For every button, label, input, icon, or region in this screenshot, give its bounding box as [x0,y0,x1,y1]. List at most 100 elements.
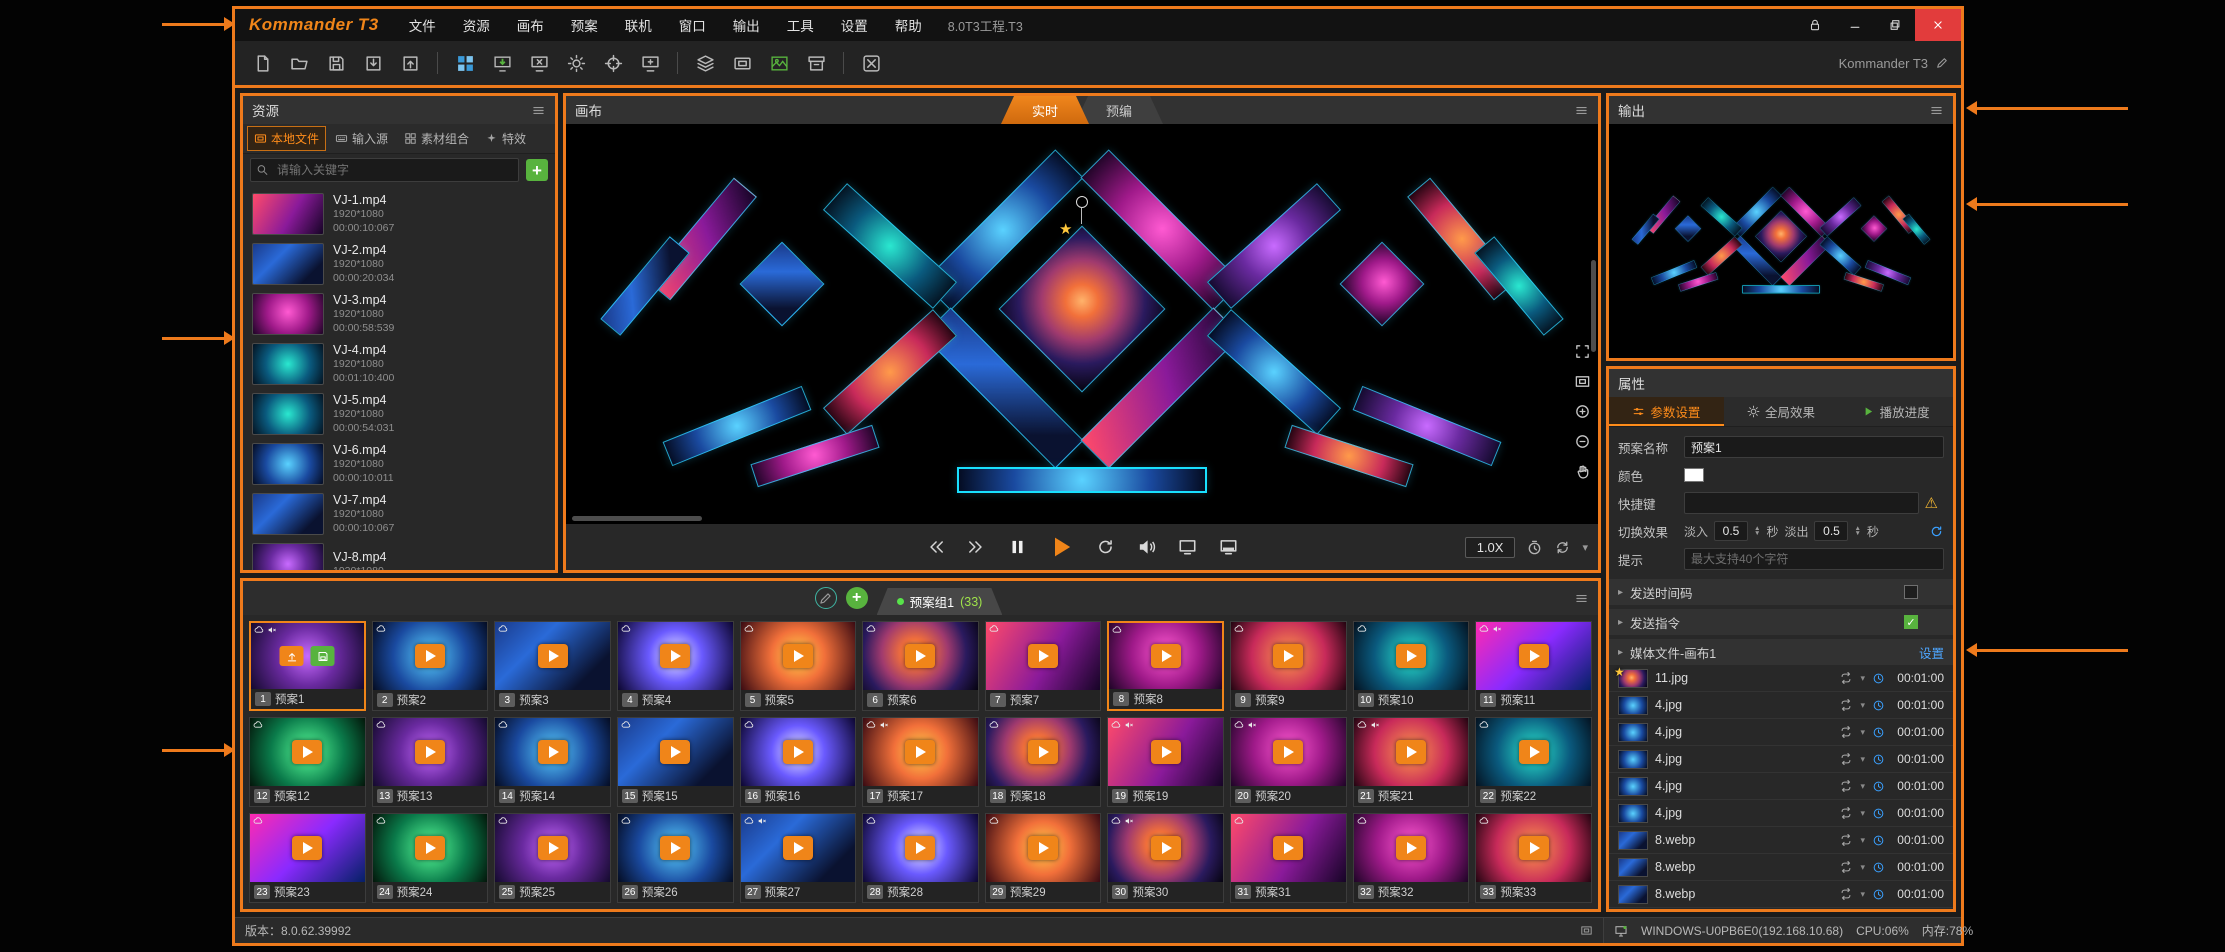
resources-tab[interactable]: 输入源 [328,126,395,151]
canvas-screen-shape[interactable] [999,226,1166,393]
screen-close-button[interactable] [524,48,554,78]
canvas-screen-shape[interactable] [750,425,879,487]
preset-play-button[interactable] [783,836,813,860]
media-file-row[interactable]: 8.webp ▾ 00:01:00 [1609,881,1953,908]
color-swatch[interactable] [1684,468,1704,482]
properties-tab[interactable]: 全局效果 [1724,397,1839,426]
loop-caret-icon[interactable]: ▾ [1860,700,1865,711]
loop-mode-icon[interactable] [1839,860,1853,874]
preset-card[interactable]: 19 预案19 [1107,717,1224,807]
preset-play-button[interactable] [660,644,690,668]
menu-item[interactable]: 文件 [409,15,436,35]
presets-menu-button[interactable] [1574,591,1589,606]
preset-play-button[interactable] [905,740,935,764]
preset-play-button[interactable] [415,836,445,860]
loop-caret-icon[interactable]: ▾ [1860,862,1865,873]
zoom-in-button[interactable] [1574,403,1591,420]
preset-play-button[interactable] [538,836,568,860]
preset-card[interactable]: 4 预案4 [617,621,734,711]
preset-play-button[interactable] [660,740,690,764]
canvas-screen-shape[interactable] [1340,242,1425,327]
import-button[interactable] [358,48,388,78]
brightness-button[interactable] [561,48,591,78]
loop-mode-icon[interactable] [1839,752,1853,766]
layers-button[interactable] [690,48,720,78]
preset-card[interactable]: 17 预案17 [862,717,979,807]
preset-card[interactable]: 33 预案33 [1475,813,1592,903]
resource-file-item[interactable]: VJ-8.mp4 1920*1080 [252,539,546,570]
screen-a-button[interactable] [1178,537,1198,557]
preset-card[interactable]: 1 预案1 [249,621,366,711]
resource-file-item[interactable]: VJ-5.mp4 1920*1080 00:00:54:031 [252,389,546,439]
add-resource-button[interactable]: + [526,159,548,181]
resource-file-item[interactable]: VJ-1.mp4 1920*1080 00:00:10:067 [252,189,546,239]
preset-play-button[interactable] [538,644,568,668]
canvas-tab-live[interactable]: 实时 [1001,96,1089,124]
preset-play-button[interactable] [292,836,322,860]
gpu-monitor-button[interactable] [727,48,757,78]
apply-preset-button[interactable] [280,646,304,666]
fade-in-stepper[interactable]: ▲▼ [1754,526,1760,536]
timer-reset-icon[interactable] [1526,539,1543,556]
blackout-button[interactable] [856,48,886,78]
loop-caret-icon[interactable]: ▾ [1860,754,1865,765]
fit-screen-button[interactable] [1574,373,1591,390]
preset-card[interactable]: 18 预案18 [985,717,1102,807]
loop-mode-icon[interactable] [1839,779,1853,793]
preset-play-button[interactable] [415,740,445,764]
loop-caret-icon[interactable]: ▾ [1860,808,1865,819]
preset-card[interactable]: 29 预案29 [985,813,1102,903]
menu-item[interactable]: 预案 [571,15,598,35]
screen-send-button[interactable] [487,48,517,78]
menu-item[interactable]: 联机 [625,15,652,35]
preset-play-button[interactable] [1273,644,1303,668]
screen-add-button[interactable] [635,48,665,78]
loop-mode-icon[interactable] [1839,806,1853,820]
preset-play-button[interactable] [660,836,690,860]
resource-file-item[interactable]: VJ-2.mp4 1920*1080 00:00:20:034 [252,239,546,289]
preset-card[interactable]: 14 预案14 [494,717,611,807]
preset-play-button[interactable] [783,644,813,668]
media-file-row[interactable]: 8.webp ▾ 00:01:00 [1609,827,1953,854]
preset-card[interactable]: 6 预案6 [862,621,979,711]
preset-play-button[interactable] [905,836,935,860]
play-button[interactable] [1049,534,1075,560]
canvas-screen-shape[interactable] [740,242,825,327]
close-button[interactable] [1915,9,1961,41]
edit-pencil-icon[interactable] [1935,56,1949,70]
media-file-row[interactable]: 8.webp ▾ 00:01:00 [1609,854,1953,881]
properties-tab[interactable]: 播放进度 [1838,397,1953,426]
open-folder-button[interactable] [284,48,314,78]
preset-play-button[interactable] [292,740,322,764]
preset-name-input[interactable] [1684,436,1944,458]
preset-play-button[interactable] [1396,836,1426,860]
preset-play-button[interactable] [415,644,445,668]
command-checkbox[interactable]: ✓ [1904,615,1918,629]
canvas-selected-screen[interactable] [957,467,1207,493]
menu-item[interactable]: 画布 [517,15,544,35]
preset-card[interactable]: 12 预案12 [249,717,366,807]
preset-card[interactable]: 27 预案27 [740,813,857,903]
loop-caret-icon[interactable]: ▾ [1860,889,1865,900]
menu-item[interactable]: 工具 [787,15,814,35]
loop-caret-icon[interactable]: ▾ [1860,727,1865,738]
search-input[interactable] [250,158,519,182]
preset-play-button[interactable] [1396,740,1426,764]
transition-sync-icon[interactable] [1929,524,1944,539]
canvas-screen-shape[interactable] [1207,183,1341,309]
hotkey-input[interactable] [1684,492,1919,514]
export-button[interactable] [395,48,425,78]
resources-tab[interactable]: 素材组合 [397,126,476,151]
loop-caret-icon[interactable]: ▾ [1860,781,1865,792]
loop-mode-icon[interactable] [1839,887,1853,901]
preset-play-button[interactable] [1273,836,1303,860]
resources-menu-button[interactable] [531,103,546,118]
hint-input[interactable] [1684,548,1944,570]
properties-tab[interactable]: 参数设置 [1609,397,1724,426]
canvas-screen-shape[interactable] [823,309,957,435]
preset-card[interactable]: 16 预案16 [740,717,857,807]
preset-card[interactable]: 31 预案31 [1230,813,1347,903]
menu-item[interactable]: 帮助 [895,15,922,35]
loop-mode-icon[interactable] [1839,671,1853,685]
zoom-out-button[interactable] [1574,433,1591,450]
